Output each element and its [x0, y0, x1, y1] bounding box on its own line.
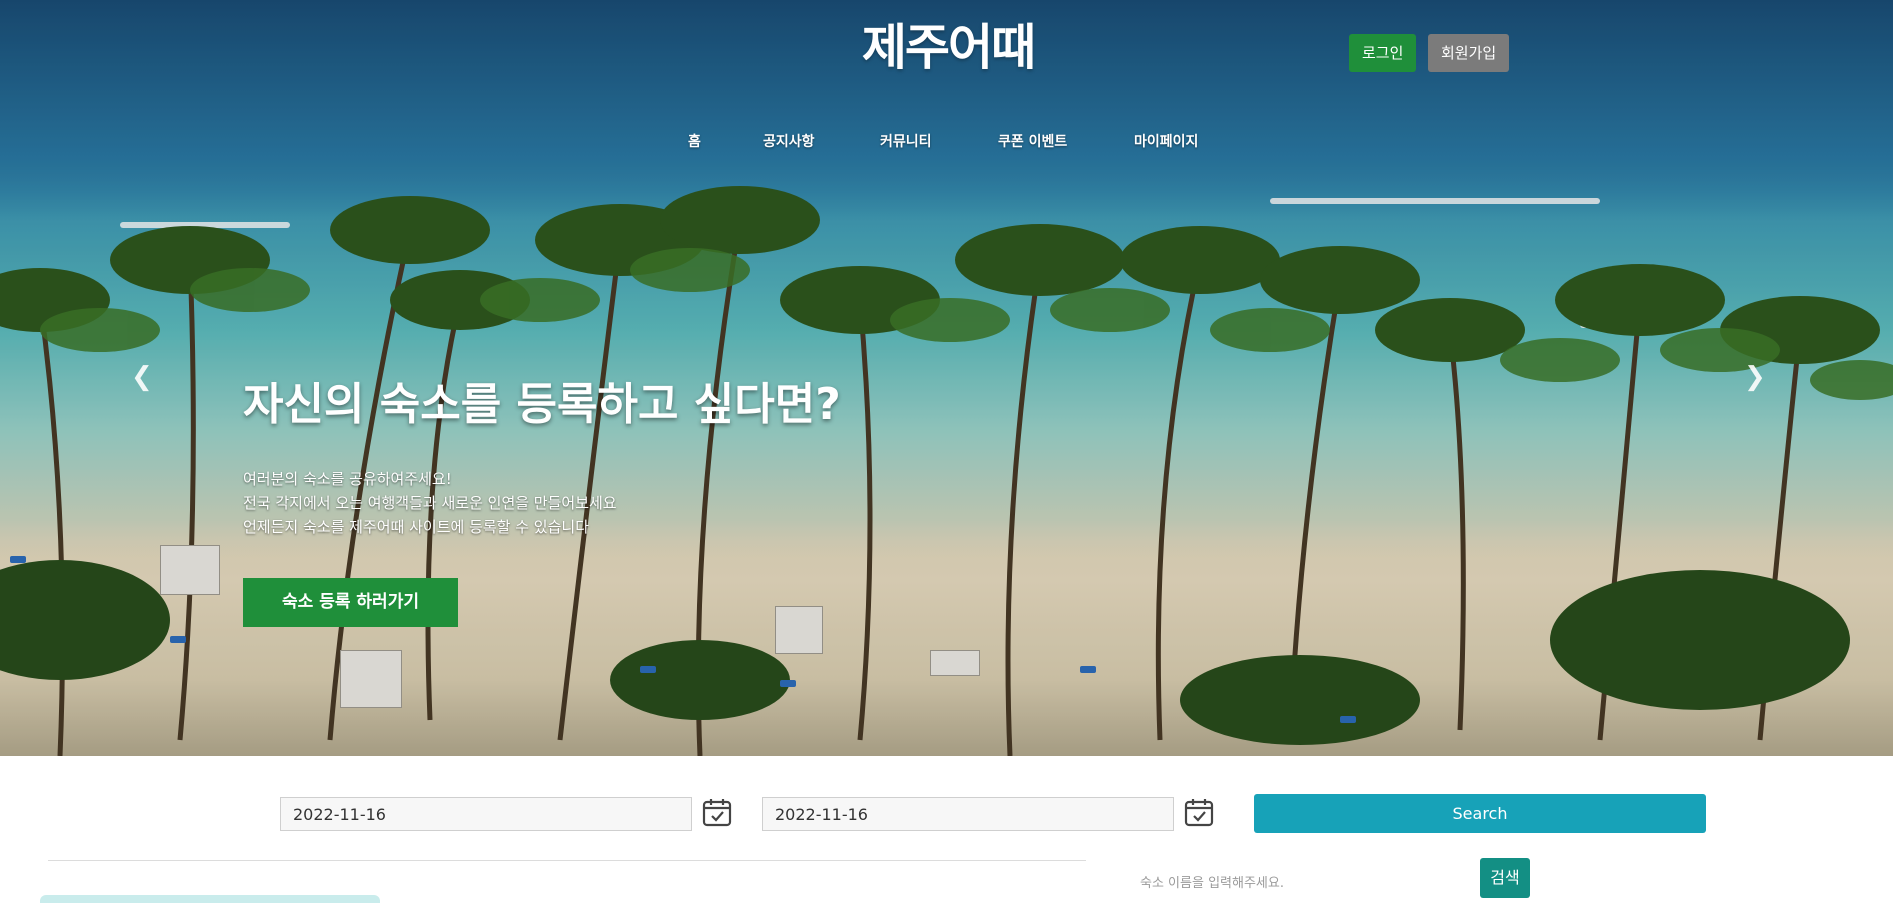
hero-text-line: 전국 각지에서 오는 여행객들과 새로운 인연을 만들어보세요 [243, 494, 617, 512]
main-nav: 홈 공지사항 커뮤니티 쿠폰 이벤트 마이페이지 [0, 131, 1893, 151]
nav-item-coupon-event[interactable]: 쿠폰 이벤트 [998, 131, 1067, 151]
checkout-date-input[interactable] [762, 797, 1174, 831]
chevron-left-icon: ❮ [131, 362, 153, 392]
carousel-prev-button[interactable]: ❮ [131, 362, 153, 392]
carousel-next-button[interactable]: ❯ [1744, 362, 1766, 392]
result-card [40, 895, 380, 903]
chevron-right-icon: ❯ [1744, 362, 1766, 392]
hero-title: 자신의 숙소를 등록하고 싶다면? [243, 379, 841, 430]
calendar-check-icon[interactable] [1184, 797, 1214, 827]
hero-carousel: 제주어때 로그인 회원가입 홈 공지사항 커뮤니티 쿠폰 이벤트 마이페이지 ❮… [0, 0, 1893, 756]
signup-button[interactable]: 회원가입 [1428, 34, 1510, 72]
divider [48, 860, 1086, 861]
search-button[interactable]: Search [1254, 794, 1706, 833]
calendar-check-icon[interactable] [702, 797, 732, 827]
login-button[interactable]: 로그인 [1349, 34, 1417, 72]
nav-item-home[interactable]: 홈 [688, 131, 701, 151]
nav-item-community[interactable]: 커뮤니티 [880, 131, 932, 151]
site-logo[interactable]: 제주어때 [848, 18, 1048, 78]
hero-text-line: 여러분의 숙소를 공유하여주세요! [243, 470, 452, 488]
lodging-name-input[interactable]: 숙소 이름을 입력해주세요. [1140, 872, 1284, 891]
checkin-date-input[interactable] [280, 797, 692, 831]
nav-item-notice[interactable]: 공지사항 [763, 131, 815, 151]
nav-item-mypage[interactable]: 마이페이지 [1134, 131, 1198, 151]
name-search-button[interactable]: 검색 [1480, 858, 1530, 898]
register-lodging-button[interactable]: 숙소 등록 하러가기 [243, 578, 458, 627]
hero-text-line: 언제든지 숙소를 제주어때 사이트에 등록할 수 있습니다 [243, 518, 590, 536]
